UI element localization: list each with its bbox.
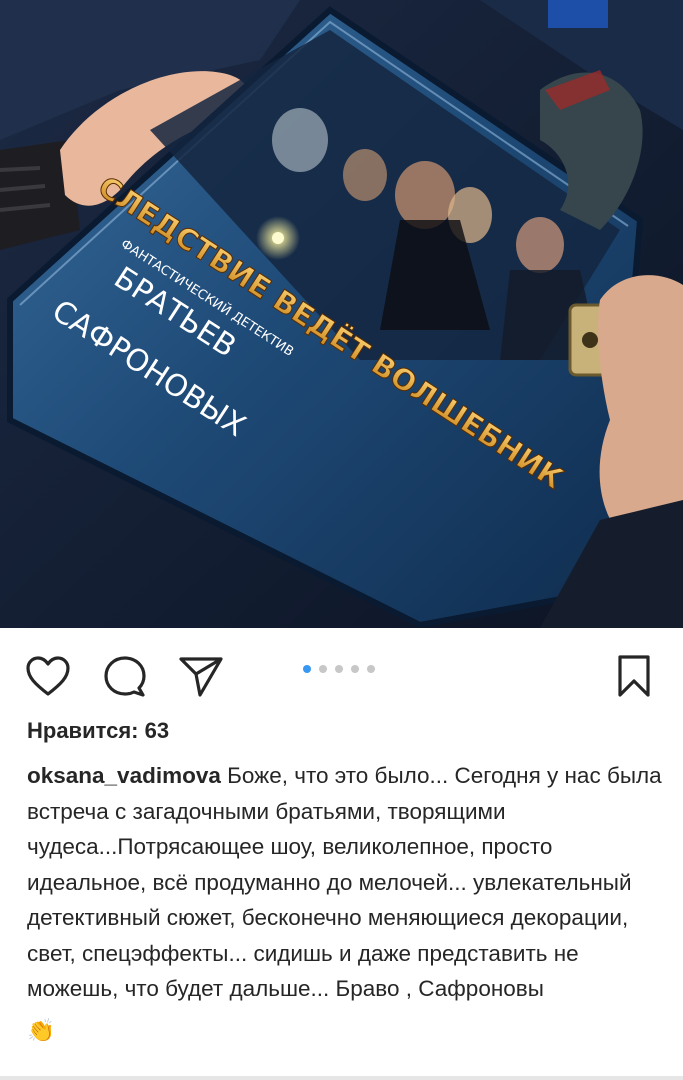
carousel-dot [319,665,327,673]
carousel-dot [351,665,359,673]
comment-bubble-icon [104,656,146,697]
caption-username[interactable]: oksana_vadimova [27,763,221,788]
comment-button[interactable] [101,652,149,700]
photo-scene: СЛЕДСТВИЕ ВЕДЁТ ВОЛШЕБНИК ФАНТАСТИЧЕСКИЙ… [0,0,683,628]
carousel-dot-active [303,665,311,673]
post-caption: oksana_vadimova Боже, что это было... Се… [27,758,662,1048]
heart-outline-icon [26,656,70,696]
likes-count[interactable]: Нравится: 63 [27,718,169,744]
post-photo[interactable]: СЛЕДСТВИЕ ВЕДЁТ ВОЛШЕБНИК ФАНТАСТИЧЕСКИЙ… [0,0,683,628]
save-button[interactable] [610,652,658,700]
share-button[interactable] [177,652,225,700]
paper-plane-icon [179,657,223,697]
like-button[interactable] [24,652,72,700]
carousel-indicator [303,665,375,673]
clapping-hands-emoji: 👏 [27,1017,56,1043]
caption-text: Боже, что это было... Сегодня у нас была… [27,763,662,1001]
bookmark-icon [618,655,650,697]
action-bar [0,628,683,720]
bottom-divider [0,1076,683,1080]
carousel-dot [335,665,343,673]
carousel-dot [367,665,375,673]
